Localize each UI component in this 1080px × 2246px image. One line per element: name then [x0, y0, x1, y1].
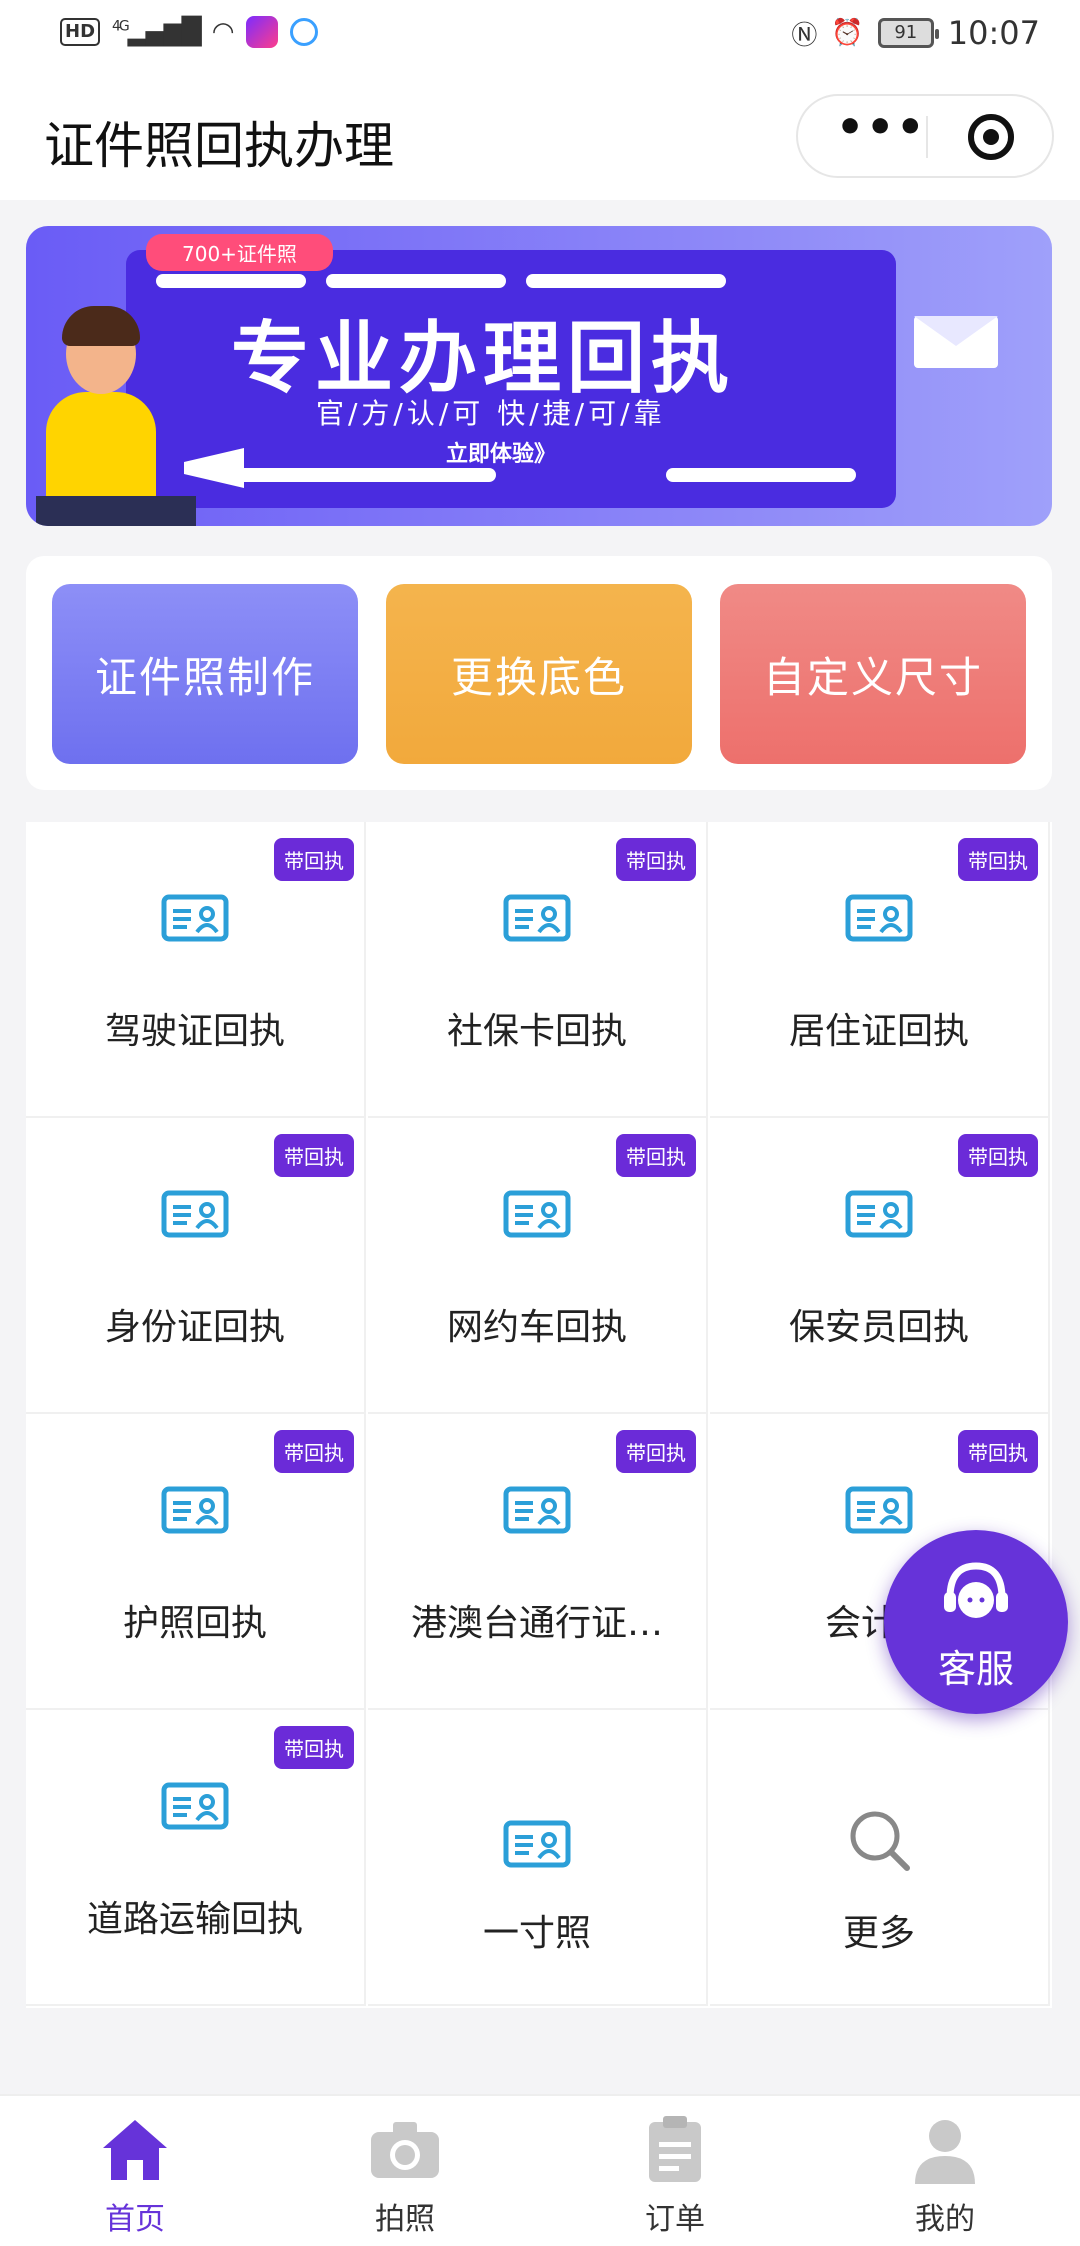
- receipt-badge: 带回执: [958, 1430, 1038, 1473]
- id-card-icon: [503, 1190, 571, 1238]
- banner-cta[interactable]: 立即体验》: [446, 436, 556, 468]
- id-card-icon: [503, 1820, 571, 1868]
- nfc-icon: Ⓝ: [791, 20, 818, 51]
- receipt-badge: 带回执: [274, 838, 354, 881]
- camera-icon: [371, 2122, 439, 2178]
- service-item-label: 港澳台通行证…: [410, 1603, 663, 1644]
- receipt-badge: 带回执: [616, 1134, 696, 1177]
- id-card-icon: [161, 1486, 229, 1534]
- notification-app-icon: [246, 16, 279, 48]
- id-card-icon: [161, 894, 229, 942]
- service-grid: 带回执 驾驶证回执 带回执 社保卡回执 带回执 居住证回执 带回执 身份证回执 带回执 网约车回执…: [26, 822, 1052, 2008]
- id-card-icon: [161, 1190, 229, 1238]
- customer-service-button[interactable]: 客服: [884, 1530, 1068, 1714]
- receipt-badge: 带回执: [274, 1726, 354, 1769]
- service-item-label: 更多: [842, 1913, 915, 1954]
- service-item-label: 社保卡回执: [446, 1011, 627, 1052]
- banner-deco-line: [326, 274, 506, 288]
- id-card-icon: [845, 1190, 913, 1238]
- id-card-icon: [845, 894, 913, 942]
- tab-orders-label: 订单: [645, 2202, 705, 2237]
- receipt-badge: 带回执: [958, 838, 1038, 881]
- banner-deco-line: [226, 468, 496, 482]
- home-icon: [103, 2120, 167, 2180]
- receipt-badge: 带回执: [958, 1134, 1038, 1177]
- id-card-icon: [503, 894, 571, 942]
- customer-service-label: 客服: [937, 1647, 1014, 1691]
- clipboard-icon: [649, 2116, 701, 2182]
- tab-camera-label: 拍照: [375, 2202, 435, 2237]
- wifi-icon: ◠: [211, 17, 235, 47]
- network-type: 4G: [112, 18, 130, 35]
- target-icon[interactable]: [968, 114, 1014, 160]
- banner-subtitle: 官/方/认/可 快/捷/可/靠: [316, 397, 666, 430]
- tab-home-label: 首页: [105, 2202, 165, 2237]
- service-item[interactable]: 带回执居住证回执: [710, 822, 1050, 1118]
- receipt-badge: 带回执: [616, 838, 696, 881]
- service-item[interactable]: 带回执保安员回执: [710, 1118, 1050, 1414]
- service-item[interactable]: 更多: [710, 1710, 1050, 2006]
- service-item[interactable]: 带回执港澳台通行证…: [368, 1414, 708, 1710]
- status-right: Ⓝ ⏰ 91 10:07: [791, 14, 1040, 52]
- service-item[interactable]: 带回执社保卡回执: [368, 822, 708, 1118]
- id-card-icon: [503, 1486, 571, 1534]
- bottom-tab-bar: 首页 拍照 订单 我的: [0, 2094, 1080, 2246]
- signal-icon: 4G▂▄▆█: [112, 17, 202, 47]
- receipt-badge: 带回执: [274, 1430, 354, 1473]
- service-item[interactable]: 带回执网约车回执: [368, 1118, 708, 1414]
- page-title: 证件照回执办理: [44, 117, 394, 175]
- change-background-button[interactable]: 更换底色: [386, 584, 692, 764]
- custom-size-button[interactable]: 自定义尺寸: [720, 584, 1026, 764]
- status-bar: HD 4G▂▄▆█ ◠ Ⓝ ⏰ 91 10:07: [0, 0, 1080, 72]
- service-item-label: 护照回执: [122, 1603, 267, 1644]
- envelope-icon: [914, 316, 998, 368]
- banner-deco-line: [156, 274, 306, 288]
- banner-tag: 700+证件照: [146, 234, 333, 271]
- banner-illustration-person: [46, 392, 156, 512]
- alarm-icon: ⏰: [831, 18, 864, 48]
- customer-service-icon: [944, 1562, 1008, 1618]
- search-icon: [845, 1806, 913, 1874]
- receipt-badge: 带回执: [616, 1430, 696, 1473]
- banner-illustration-legs: [36, 496, 196, 526]
- service-item-label: 身份证回执: [104, 1307, 285, 1348]
- promo-banner[interactable]: 700+证件照 专业办理回执 官/方/认/可 快/捷/可/靠 立即体验》: [26, 226, 1052, 526]
- tab-mine-label: 我的: [915, 2202, 975, 2237]
- tab-orders[interactable]: 订单: [540, 2096, 810, 2246]
- tab-home[interactable]: 首页: [0, 2096, 270, 2246]
- service-item-label: 网约车回执: [446, 1307, 627, 1348]
- service-item-label: 驾驶证回执: [104, 1011, 285, 1052]
- service-item-label: 保安员回执: [788, 1307, 969, 1348]
- app-header: 证件照回执办理 •••: [0, 72, 1080, 200]
- quick-actions: 证件照制作 更换底色 自定义尺寸: [26, 556, 1052, 790]
- receipt-badge: 带回执: [274, 1134, 354, 1177]
- service-item-label: 道路运输回执: [86, 1899, 303, 1940]
- banner-deco-line: [526, 274, 726, 288]
- id-card-icon: [845, 1486, 913, 1534]
- tab-camera[interactable]: 拍照: [270, 2096, 540, 2246]
- service-item[interactable]: 一寸照: [368, 1710, 708, 2006]
- hd-indicator: HD: [60, 18, 101, 46]
- tab-mine[interactable]: 我的: [810, 2096, 1080, 2246]
- capsule-divider: [926, 116, 928, 158]
- status-left: HD 4G▂▄▆█ ◠: [60, 16, 319, 48]
- banner-deco-line: [666, 468, 856, 482]
- id-card-icon: [161, 1782, 229, 1830]
- notification-chat-icon: [290, 18, 319, 46]
- battery-icon: 91: [877, 18, 939, 48]
- service-item[interactable]: 带回执护照回执: [26, 1414, 366, 1710]
- service-item[interactable]: 带回执道路运输回执: [26, 1710, 366, 2006]
- more-dots-icon[interactable]: •••: [836, 96, 926, 176]
- service-item-label: 居住证回执: [788, 1011, 969, 1052]
- miniprogram-capsule: •••: [796, 94, 1054, 178]
- id-photo-button[interactable]: 证件照制作: [52, 584, 358, 764]
- service-item-label: 一寸照: [482, 1913, 591, 1954]
- service-item[interactable]: 带回执驾驶证回执: [26, 822, 366, 1118]
- status-time: 10:07: [947, 14, 1040, 52]
- user-icon: [915, 2120, 975, 2184]
- service-item[interactable]: 带回执身份证回执: [26, 1118, 366, 1414]
